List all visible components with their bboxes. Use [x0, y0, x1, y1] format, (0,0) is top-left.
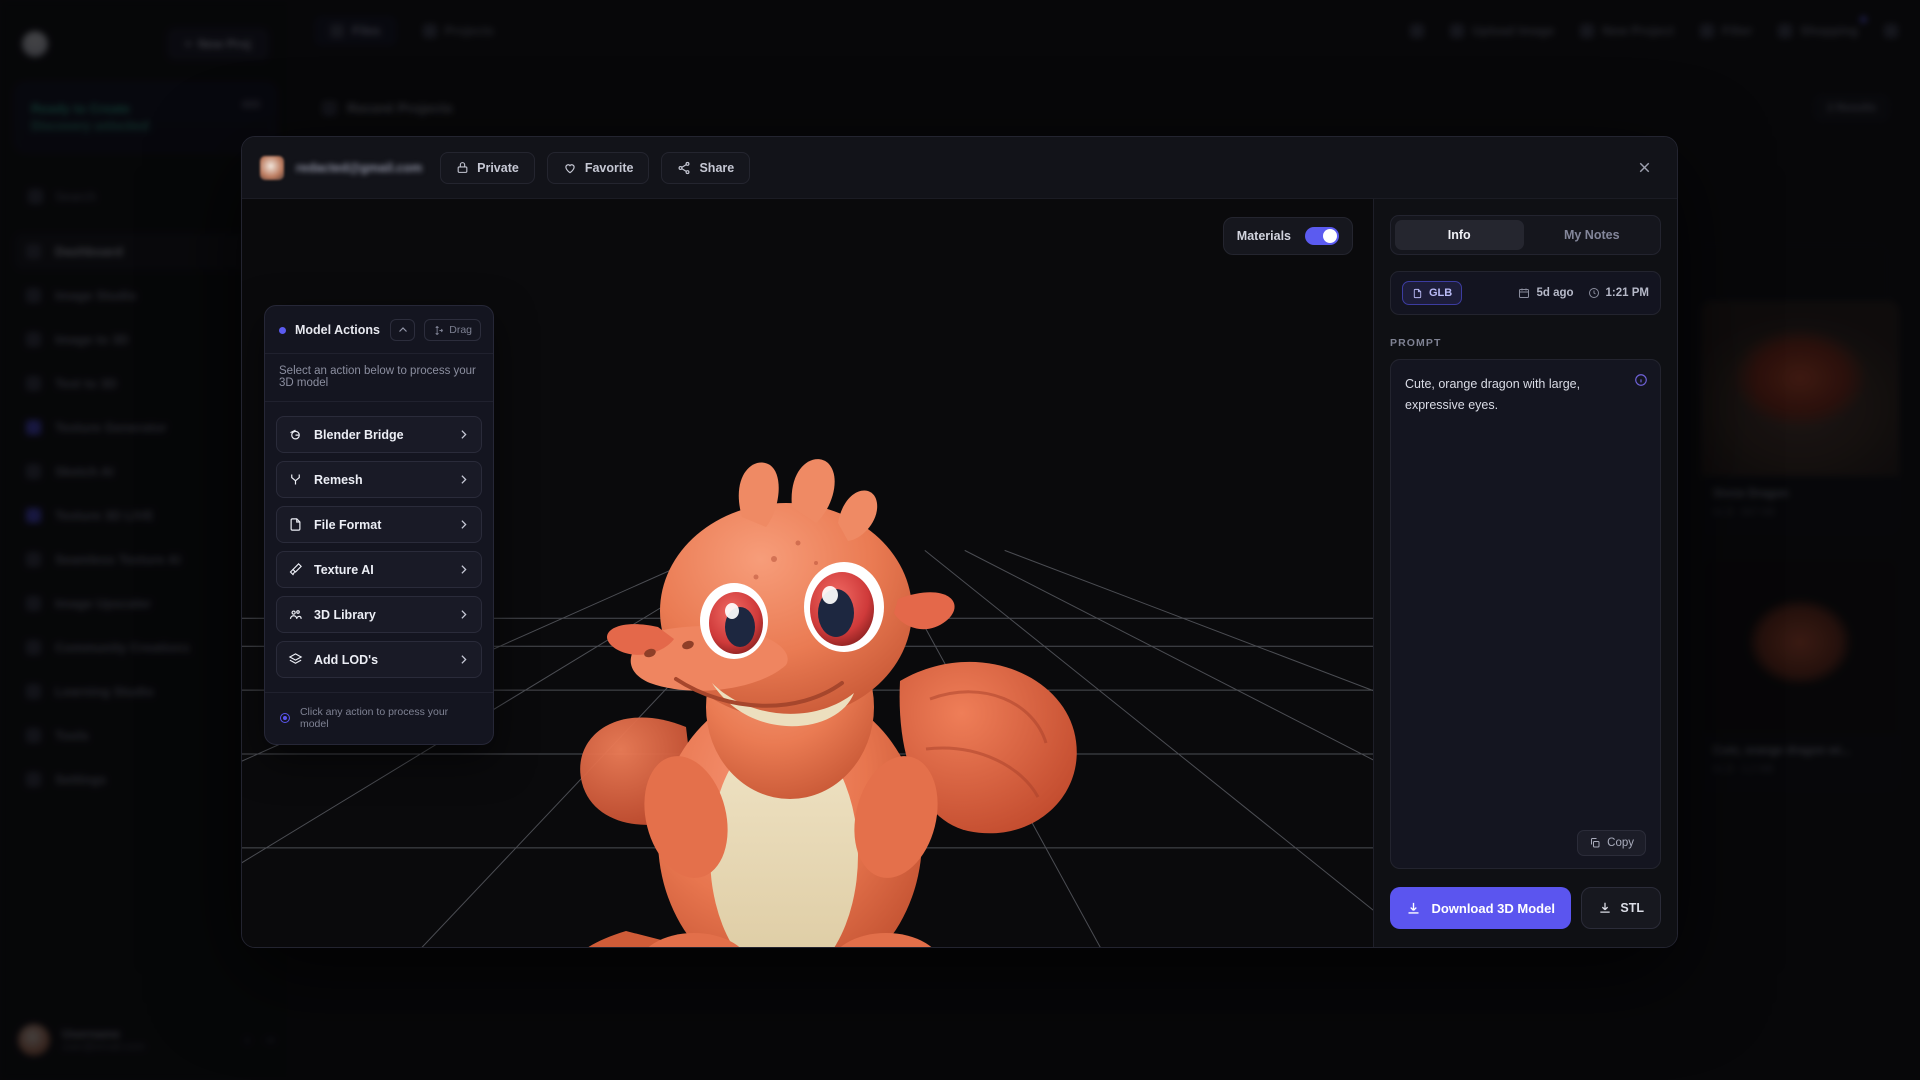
favorite-label: Favorite [584, 160, 634, 175]
model-action-file-format[interactable]: File Format [276, 506, 482, 543]
share-label: Share [699, 160, 735, 175]
model-meta-row: GLB 5d ago 1:21 PM [1390, 271, 1661, 315]
heart-icon [565, 163, 575, 173]
close-icon [1639, 162, 1649, 173]
chevron-right-icon [457, 608, 470, 621]
download-row: Download 3D Model STL [1390, 887, 1661, 929]
model-actions-hint: Click any action to process your model [299, 706, 449, 730]
layers-icon [288, 653, 303, 664]
remesh-icon [291, 474, 300, 485]
prompt-info-icon[interactable] [1634, 373, 1648, 387]
copy-prompt-button[interactable]: Copy [1577, 830, 1646, 856]
format-badge[interactable]: GLB [1402, 281, 1463, 305]
chevron-right-icon [457, 563, 470, 576]
brush-icon [289, 563, 302, 576]
materials-toggle-group[interactable]: Materials [1222, 217, 1353, 255]
owner-avatar [260, 155, 284, 180]
share-button[interactable]: Share [661, 151, 751, 184]
model-actions-list: Blender Bridge Remesh File Format Texture A… [265, 402, 493, 684]
model-action-add-lod-s[interactable]: Add LOD's [276, 641, 482, 678]
materials-label: Materials [1236, 229, 1291, 243]
download-3d-model-button[interactable]: Download 3D Model [1390, 887, 1572, 929]
favorite-button[interactable]: Favorite [546, 151, 650, 184]
info-tabs: Info My Notes [1390, 215, 1661, 255]
library-icon [289, 610, 302, 619]
model-action-label: Remesh [314, 472, 363, 487]
share-icon [678, 161, 690, 174]
model-viewport[interactable]: Materials Model Actions Drag Select an a… [242, 199, 1373, 947]
materials-switch[interactable] [1305, 227, 1339, 245]
format-badge-label: GLB [1429, 287, 1453, 299]
model-action-label: 3D Library [314, 607, 376, 622]
owner-email: redacted@gmail.com [296, 160, 423, 175]
clock-icon [1588, 288, 1599, 298]
info-panel: Info My Notes GLB 5d ago 1:21 PM PROMPT … [1373, 199, 1677, 947]
copy-label: Copy [1607, 837, 1634, 849]
download-stl-button[interactable]: STL [1581, 887, 1661, 929]
model-detail-modal: redacted@gmail.com Private Favorite Shar… [241, 136, 1678, 948]
collapse-button[interactable] [390, 319, 416, 341]
drag-label: Drag [449, 324, 472, 336]
info-circle-icon [279, 713, 290, 723]
prompt-text: Cute, orange dragon with large, expressi… [1405, 377, 1581, 412]
copy-icon [1591, 838, 1600, 848]
download-label: Download 3D Model [1431, 900, 1555, 916]
tab-my-notes[interactable]: My Notes [1528, 220, 1657, 250]
created-time: 1:21 PM [1588, 287, 1649, 299]
private-button[interactable]: Private [440, 151, 535, 184]
chevron-right-icon [457, 473, 470, 486]
model-actions-header: Model Actions Drag [265, 306, 493, 354]
model-actions-title: Model Actions [295, 323, 380, 337]
file-icon [1413, 288, 1422, 298]
created-date: 5d ago [1518, 287, 1574, 299]
chevron-right-icon [457, 653, 470, 666]
dragon-3d-model[interactable] [498, 431, 1118, 947]
modal-header: redacted@gmail.com Private Favorite Shar… [242, 137, 1677, 199]
lock-icon [457, 162, 468, 173]
created-time-label: 1:21 PM [1605, 287, 1649, 299]
model-action-remesh[interactable]: Remesh [276, 461, 482, 498]
model-action-3d-library[interactable]: 3D Library [276, 596, 482, 633]
model-action-texture-ai[interactable]: Texture AI [276, 551, 482, 588]
prompt-label: PROMPT [1390, 337, 1442, 349]
download-icon [1408, 902, 1419, 914]
prompt-box[interactable]: Cute, orange dragon with large, expressi… [1390, 359, 1661, 869]
model-actions-panel[interactable]: Model Actions Drag Select an action belo… [264, 305, 494, 745]
chevron-up-icon [398, 327, 407, 332]
model-actions-subtitle: Select an action below to process your 3… [265, 354, 493, 402]
calendar-icon [1519, 288, 1530, 298]
file-icon [290, 518, 301, 531]
model-action-label: Texture AI [314, 562, 374, 577]
stl-label: STL [1620, 901, 1644, 915]
chevron-right-icon [457, 428, 470, 441]
model-action-label: Add LOD's [314, 652, 379, 667]
tab-info[interactable]: Info [1395, 220, 1524, 250]
created-date-label: 5d ago [1536, 287, 1574, 299]
model-action-blender-bridge[interactable]: Blender Bridge [276, 416, 482, 453]
model-action-label: Blender Bridge [314, 427, 404, 442]
download-icon [1600, 902, 1611, 913]
close-button[interactable] [1629, 153, 1659, 183]
status-dot-icon [279, 326, 286, 334]
drag-handle[interactable]: Drag [424, 319, 481, 341]
move-icon [435, 325, 444, 335]
blender-icon [290, 429, 300, 440]
chevron-right-icon [457, 518, 470, 531]
model-action-label: File Format [314, 517, 382, 532]
model-actions-footer: Click any action to process your model [265, 692, 493, 744]
private-label: Private [477, 160, 519, 175]
